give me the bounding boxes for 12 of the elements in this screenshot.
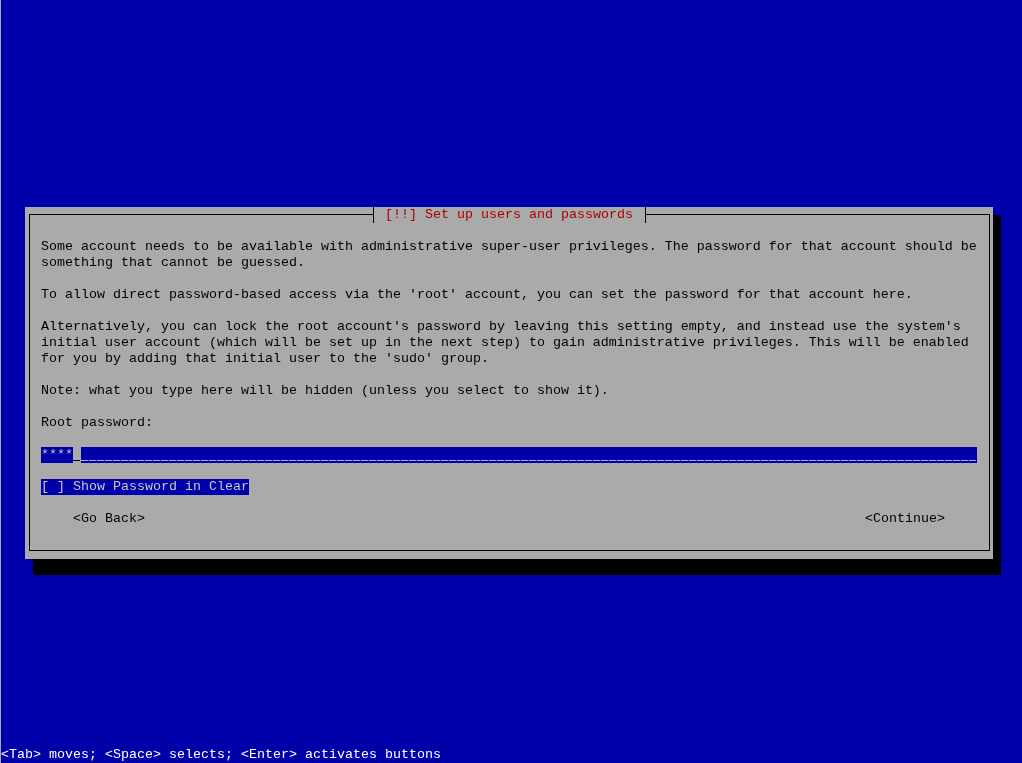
description-text: Some account needs to be available with administrative super-user privileges. The password for that account should be something that cannot be guessed. [41, 239, 978, 271]
key-hints-text: <Tab> moves; <Space> selects; <Enter> activates buttons [1, 747, 441, 763]
continue-button[interactable]: <Continue> [865, 511, 945, 527]
back-button[interactable]: <Go Back> [73, 511, 145, 527]
description-text: To allow direct password-based access via the 'root' account, you can set the password for that account here. [41, 287, 914, 303]
cursor-icon [73, 447, 81, 463]
password-field[interactable]: **** [41, 447, 977, 463]
show-password-checkbox[interactable]: [ ] Show Password in Clear [41, 479, 249, 495]
field-label: Root password: [41, 415, 153, 431]
description-text: Note: what you type here will be hidden (unless you select to show it). [41, 383, 610, 399]
dialog-title: [!!] Set up users and passwords [373, 207, 646, 223]
description-text: Alternatively, you can lock the root account's password by leaving this setting empty, and instead use the system's initial user account (which will be set up in the next step) to gain administrative privileges. This will be enabled for you by adding that initial user to the 'sudo' group. [41, 319, 970, 367]
